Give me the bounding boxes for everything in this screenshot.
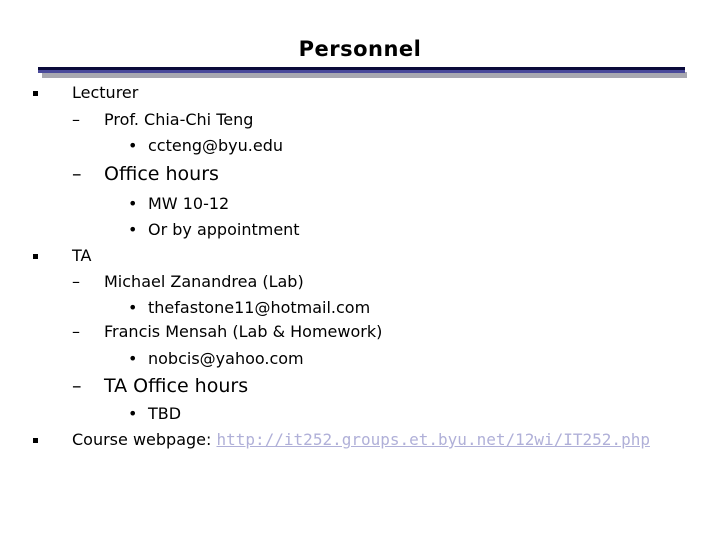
bullet-lecturer: Lecturer: [72, 83, 139, 102]
dot-icon: •: [128, 404, 138, 423]
slide-title: Personnel: [298, 37, 422, 61]
dot-icon: •: [128, 136, 138, 155]
dash-icon: –: [72, 272, 80, 291]
webpage-label: Course webpage:: [72, 430, 212, 449]
square-bullet-icon: [33, 254, 38, 259]
sub-sub-bullet-office-hours-2: • Or by appointment: [128, 220, 300, 239]
sub-sub-bullet-office-hours-1: • MW 10-12: [128, 194, 230, 213]
dash-icon: –: [72, 110, 80, 129]
square-bullet-icon: [33, 438, 38, 443]
sub-sub-bullet-ta1-email: • thefastone11@hotmail.com: [128, 298, 371, 317]
square-bullet-icon: [33, 91, 38, 96]
dash-icon: –: [72, 375, 82, 397]
title-rule-accent: [38, 70, 685, 73]
sub-bullet-ta2-name: – Francis Mensah (Lab & Homework): [72, 322, 383, 341]
sub-sub-bullet-lecturer-email: • ccteng@byu.edu: [128, 136, 283, 155]
sub-sub-bullet-ta2-email: • nobcis@yahoo.com: [128, 349, 304, 368]
sub-bullet-office-hours: – Office hours: [72, 163, 219, 185]
dot-icon: •: [128, 349, 138, 368]
dash-icon: –: [72, 163, 82, 185]
course-webpage-link[interactable]: http://it252.groups.et.byu.net/12wi/IT25…: [216, 430, 649, 449]
sub-sub-bullet-ta-office-hours-1: • TBD: [128, 404, 182, 423]
dot-icon: •: [128, 220, 138, 239]
sub-bullet-lecturer-name: – Prof. Chia-Chi Teng: [72, 110, 254, 129]
bullet-course-webpage: Course webpage: http://it252.groups.et.b…: [72, 430, 650, 449]
bullet-ta: TA: [72, 246, 92, 265]
dash-icon: –: [72, 322, 80, 341]
dot-icon: •: [128, 194, 138, 213]
sub-bullet-ta-office-hours: – TA Office hours: [72, 375, 249, 397]
sub-bullet-ta1-name: – Michael Zanandrea (Lab): [72, 272, 304, 291]
dot-icon: •: [128, 298, 138, 317]
